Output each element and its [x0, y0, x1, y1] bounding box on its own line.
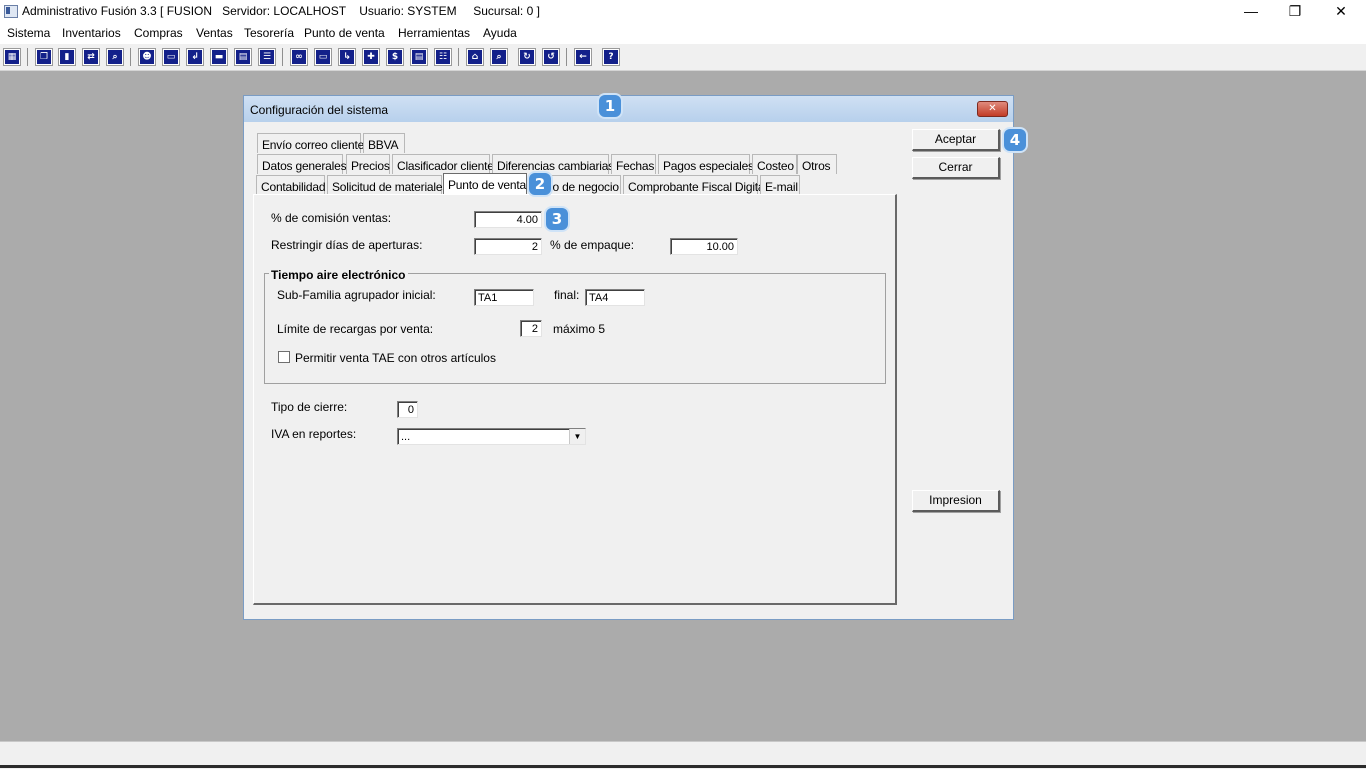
- tab-solicitud-de-materiales[interactable]: Solicitud de materiales: [327, 175, 448, 195]
- menu-ventas[interactable]: Ventas: [196, 26, 233, 40]
- permitir-label[interactable]: Permitir venta TAE con otros artículos: [295, 351, 496, 365]
- document-icon[interactable]: ▤: [234, 48, 252, 66]
- app-icon: [4, 5, 18, 18]
- title-bar: Administrativo Fusión 3.3 [ FUSION Servi…: [0, 0, 1366, 24]
- menu-inventarios[interactable]: Inventarios: [62, 26, 121, 40]
- limite-label: Límite de recargas por venta:: [277, 322, 434, 336]
- marker-3: 3: [546, 208, 568, 230]
- final-label: final:: [554, 288, 580, 302]
- refresh-icon[interactable]: ↻: [518, 48, 536, 66]
- tab-contabilidad[interactable]: Contabilidad: [256, 175, 326, 195]
- iva-select-value: ...: [401, 431, 411, 443]
- tab-punto-de-venta[interactable]: Punto de venta: [443, 173, 527, 195]
- menu-tesoreria[interactable]: Tesorería: [244, 26, 294, 40]
- tab-costeo[interactable]: Costeo: [752, 154, 797, 174]
- print-icon[interactable]: ▬: [210, 48, 228, 66]
- subfamilia-final-input[interactable]: TA4: [585, 289, 645, 306]
- export-icon[interactable]: ↳: [338, 48, 356, 66]
- toolbar-separator: [130, 48, 131, 66]
- add-icon[interactable]: ✚: [362, 48, 380, 66]
- back-icon[interactable]: ←: [574, 48, 592, 66]
- tab-comprobante-fiscal-digital[interactable]: Comprobante Fiscal Digital: [623, 175, 767, 195]
- tab-email[interactable]: E-mail: [760, 175, 800, 195]
- toolbar-separator: [566, 48, 567, 66]
- toolbar-separator: [458, 48, 459, 66]
- limite-input[interactable]: 2: [520, 320, 542, 337]
- search-icon[interactable]: ⌕: [106, 48, 124, 66]
- chevron-down-icon[interactable]: ▼: [569, 429, 585, 444]
- transfer-icon[interactable]: ⇄: [82, 48, 100, 66]
- iva-select[interactable]: ... ▼: [397, 428, 586, 445]
- home-icon[interactable]: ⌂: [466, 48, 484, 66]
- undo-icon[interactable]: ↺: [542, 48, 560, 66]
- menu-punto-de-venta[interactable]: Punto de venta: [304, 26, 385, 40]
- report-icon[interactable]: ☰: [258, 48, 276, 66]
- import-icon[interactable]: ↲: [186, 48, 204, 66]
- menu-compras[interactable]: Compras: [134, 26, 183, 40]
- toolbar: ▦ ❐ ▮ ⇄ ⌕ ☻ ▭ ↲ ▬ ▤ ☰ ∞ ▭ ↳ ✚ $ ▤ ☷ ⌂ ⌕ …: [0, 44, 1366, 71]
- iva-label: IVA en reportes:: [271, 427, 357, 441]
- tab-datos-generales[interactable]: Datos generales: [257, 154, 347, 174]
- comision-label: % de comisión ventas:: [271, 211, 392, 225]
- menu-bar: Sistema Inventarios Compras Ventas Tesor…: [0, 24, 1366, 44]
- toolbar-separator: [27, 48, 28, 66]
- toolbar-separator: [282, 48, 283, 66]
- impresion-button[interactable]: Impresion: [912, 490, 1000, 512]
- tipo-cierre-input[interactable]: 0: [397, 401, 418, 418]
- restore-button[interactable]: ❐: [1272, 0, 1318, 24]
- minimize-button[interactable]: —: [1228, 0, 1274, 24]
- punto-de-venta-panel: [253, 194, 897, 605]
- folder-open-icon[interactable]: ▭: [314, 48, 332, 66]
- maximo-label: máximo 5: [553, 322, 606, 336]
- dialog-title: Configuración del sistema: [250, 103, 389, 117]
- marker-2: 2: [529, 173, 551, 195]
- window-title: Administrativo Fusión 3.3 [ FUSION Servi…: [22, 4, 540, 18]
- empaque-label: % de empaque:: [550, 238, 635, 252]
- empaque-input[interactable]: 10.00: [670, 238, 738, 255]
- tab-fechas[interactable]: Fechas: [611, 154, 656, 174]
- user-icon[interactable]: ☻: [138, 48, 156, 66]
- tiempo-aire-title: Tiempo aire electrónico: [269, 268, 408, 282]
- list-icon[interactable]: ☷: [434, 48, 452, 66]
- dialog-title-bar: Configuración del sistema ✕: [244, 96, 1013, 122]
- cerrar-button[interactable]: Cerrar: [912, 157, 1000, 179]
- close-window-button[interactable]: ✕: [1318, 0, 1364, 24]
- tab-otros[interactable]: Otros: [797, 154, 837, 174]
- help-icon[interactable]: ?: [602, 48, 620, 66]
- zoom-icon[interactable]: ⌕: [490, 48, 508, 66]
- tab-bbva[interactable]: BBVA: [363, 133, 405, 153]
- delete-icon[interactable]: ▮: [58, 48, 76, 66]
- aceptar-button[interactable]: Aceptar: [912, 129, 1000, 151]
- tab-tipo-de-negocio[interactable]: io de negocio: [545, 175, 621, 195]
- subfamilia-inicial-input[interactable]: TA1: [474, 289, 534, 306]
- comision-input[interactable]: 4.00: [474, 211, 542, 228]
- tipo-cierre-label: Tipo de cierre:: [271, 400, 348, 414]
- tab-pagos-especiales[interactable]: Pagos especiales: [658, 154, 754, 174]
- permitir-checkbox[interactable]: [278, 351, 290, 363]
- copy-icon[interactable]: ❐: [35, 48, 53, 66]
- tab-envio-correo-cliente[interactable]: Envío correo cliente: [257, 133, 364, 153]
- tab-precios[interactable]: Precios: [346, 154, 390, 174]
- marker-4: 4: [1004, 129, 1026, 151]
- tab-clasificador-cliente[interactable]: Clasificador cliente: [392, 154, 494, 174]
- restringir-label: Restringir días de aperturas:: [271, 238, 423, 252]
- menu-herramientas[interactable]: Herramientas: [398, 26, 470, 40]
- money-icon[interactable]: $: [386, 48, 404, 66]
- dialog-close-button[interactable]: ✕: [977, 101, 1008, 117]
- menu-sistema[interactable]: Sistema: [7, 26, 50, 40]
- page-icon[interactable]: ▤: [410, 48, 428, 66]
- calculator-icon[interactable]: ▦: [3, 48, 21, 66]
- restringir-input[interactable]: 2: [474, 238, 542, 255]
- folder-icon[interactable]: ▭: [162, 48, 180, 66]
- tab-diferencias-cambiarias[interactable]: Diferencias cambiarias: [492, 154, 614, 174]
- binoculars-icon[interactable]: ∞: [290, 48, 308, 66]
- marker-1: 1: [599, 95, 621, 117]
- subfamilia-label: Sub-Familia agrupador inicial:: [277, 288, 436, 302]
- menu-ayuda[interactable]: Ayuda: [483, 26, 517, 40]
